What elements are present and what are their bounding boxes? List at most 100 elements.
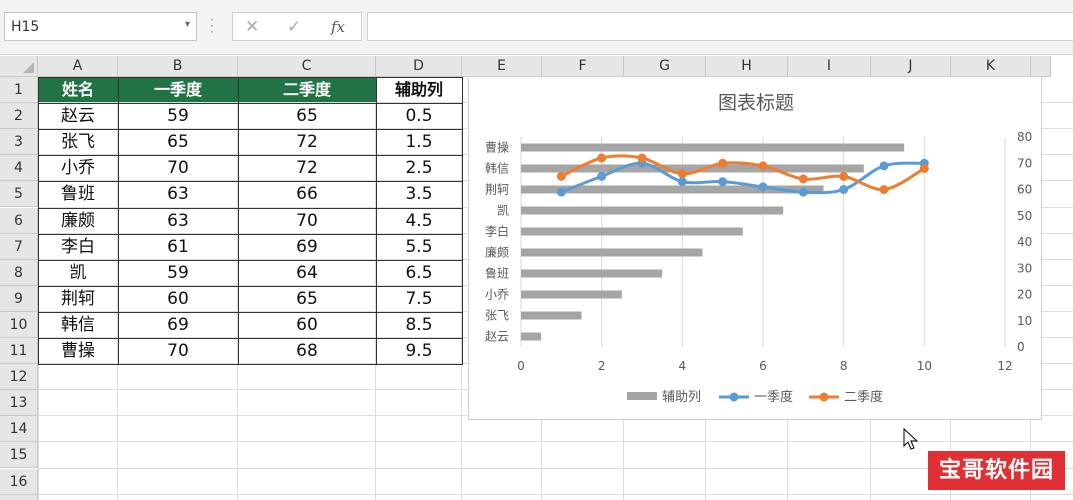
chart[interactable]: 图表标题 0 2 4 6 8 10 12 0 10 20 30 40 50 60 70 80 赵云 张飞 小乔 鲁班 廉颇… [468, 76, 1042, 420]
table-cell[interactable]: 赵云 [38, 103, 118, 129]
series-marker [597, 171, 607, 181]
table-cell[interactable]: 70 [238, 208, 376, 234]
table-cell[interactable]: 鲁班 [38, 181, 118, 207]
row-header-2[interactable]: 2 [0, 103, 38, 130]
table-header-cell[interactable]: 姓名 [38, 77, 118, 103]
name-box[interactable]: H15 ▾ [4, 12, 197, 41]
table-cell[interactable]: 8.5 [376, 312, 462, 338]
row-header-9[interactable]: 9 [0, 285, 38, 312]
column-header-c[interactable]: C [238, 56, 376, 77]
legend-label: 辅助列 [662, 390, 701, 405]
chevron-down-icon[interactable]: ▾ [185, 19, 190, 30]
table-cell[interactable]: 60 [238, 312, 376, 338]
table-cell[interactable]: 66 [238, 181, 376, 207]
table-cell[interactable]: 65 [118, 129, 238, 155]
table-cell[interactable]: 7.5 [376, 286, 462, 312]
table-cell[interactable]: 63 [118, 181, 238, 207]
table-cell[interactable]: 5.5 [376, 234, 462, 260]
row-header-13[interactable]: 13 [0, 390, 38, 417]
column-header-h[interactable]: H [706, 56, 788, 77]
cancel-icon[interactable]: ✕ [245, 17, 259, 37]
table-cell[interactable]: 59 [118, 103, 238, 129]
row-header-1[interactable]: 1 [0, 77, 38, 104]
column-header-d[interactable]: D [376, 56, 462, 77]
y2-tick-label: 10 [1017, 314, 1032, 328]
table-header-cell[interactable]: 辅助列 [376, 77, 462, 103]
table-cell[interactable]: 1.5 [376, 129, 462, 155]
table-cell[interactable]: 64 [238, 260, 376, 286]
row-header-16[interactable]: 16 [0, 468, 38, 495]
enter-icon[interactable]: ✓ [287, 17, 301, 37]
table-header-cell[interactable]: 一季度 [118, 77, 238, 103]
column-header-f[interactable]: F [542, 56, 624, 77]
row-header-7[interactable]: 7 [0, 233, 38, 260]
table-cell[interactable]: 68 [238, 338, 376, 364]
series-marker [556, 187, 566, 197]
series-marker [879, 185, 889, 194]
table-cell[interactable]: 4.5 [376, 208, 462, 234]
series-marker [637, 153, 647, 163]
table-cell[interactable]: 70 [118, 338, 238, 364]
table-cell[interactable]: 65 [238, 286, 376, 312]
column-header-b[interactable]: B [118, 56, 238, 77]
table-cell[interactable]: 小乔 [38, 155, 118, 181]
table-cell[interactable]: 65 [238, 103, 376, 129]
bar [521, 332, 542, 341]
category-label: 赵云 [485, 330, 509, 344]
column-header-j[interactable]: J [871, 56, 951, 77]
formula-bar: H15 ▾ · · · ✕ ✓ fx [0, 0, 1073, 55]
row-header-3[interactable]: 3 [0, 129, 38, 156]
row-header-17[interactable]: 17 [0, 494, 38, 500]
table-header-cell[interactable]: 二季度 [238, 77, 376, 103]
insert-function-icon[interactable]: fx [331, 18, 345, 36]
y2-tick-label: 20 [1017, 288, 1032, 302]
row-header-10[interactable]: 10 [0, 311, 38, 338]
table-cell[interactable]: 59 [118, 260, 238, 286]
row-header-4[interactable]: 4 [0, 155, 38, 182]
row-header-6[interactable]: 6 [0, 207, 38, 234]
row-header-5[interactable]: 5 [0, 181, 38, 208]
table-cell[interactable]: 凯 [38, 260, 118, 286]
table-cell[interactable]: 70 [118, 155, 238, 181]
table-cell[interactable]: 60 [118, 286, 238, 312]
more-options-icon[interactable]: · · · [210, 14, 214, 38]
x-tick-label: 2 [598, 359, 606, 373]
table-cell[interactable]: 廉颇 [38, 208, 118, 234]
column-header-g[interactable]: G [624, 56, 706, 77]
table-cell[interactable]: 张飞 [38, 129, 118, 155]
row-header-8[interactable]: 8 [0, 259, 38, 286]
gridline-horizontal [38, 467, 1073, 469]
column-header-i[interactable]: I [788, 56, 871, 77]
table-cell[interactable]: 69 [118, 312, 238, 338]
column-header-k[interactable]: K [951, 56, 1031, 77]
series-marker [677, 169, 687, 179]
legend-label: 一季度 [754, 389, 793, 405]
table-cell[interactable]: 韩信 [38, 312, 118, 338]
table-cell[interactable]: 63 [118, 208, 238, 234]
series-marker [879, 161, 889, 171]
x-tick-label: 4 [679, 359, 687, 373]
table-cell[interactable]: 曹操 [38, 338, 118, 364]
formula-input[interactable] [367, 12, 1073, 41]
x-tick-label: 6 [759, 359, 767, 373]
select-all-corner[interactable] [0, 56, 38, 77]
table-cell[interactable]: 9.5 [376, 338, 462, 364]
row-header-15[interactable]: 15 [0, 442, 38, 469]
column-header-a[interactable]: A [38, 56, 118, 77]
table-cell[interactable]: 6.5 [376, 260, 462, 286]
row-header-11[interactable]: 11 [0, 338, 38, 365]
row-header-12[interactable]: 12 [0, 364, 38, 391]
table-cell[interactable]: 2.5 [376, 155, 462, 181]
row-header-14[interactable]: 14 [0, 416, 38, 443]
y2-tick-label: 70 [1017, 156, 1032, 170]
table-cell[interactable]: 61 [118, 234, 238, 260]
table-cell[interactable]: 0.5 [376, 103, 462, 129]
table-cell[interactable]: 李白 [38, 234, 118, 260]
bar [521, 227, 743, 236]
table-cell[interactable]: 荆轲 [38, 286, 118, 312]
table-cell[interactable]: 3.5 [376, 181, 462, 207]
column-header-e[interactable]: E [462, 56, 542, 77]
table-cell[interactable]: 72 [238, 155, 376, 181]
table-cell[interactable]: 72 [238, 129, 376, 155]
table-cell[interactable]: 69 [238, 234, 376, 260]
